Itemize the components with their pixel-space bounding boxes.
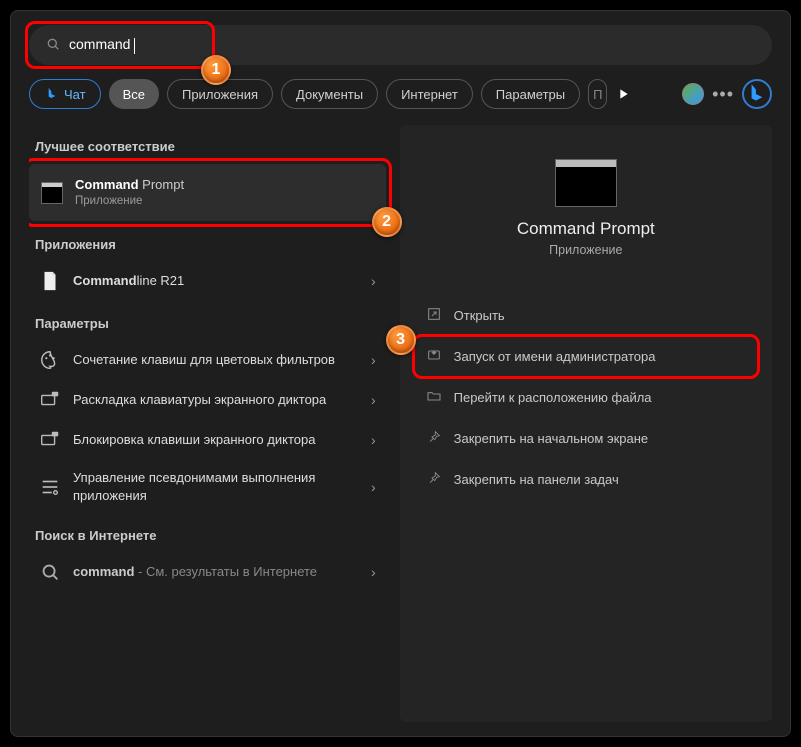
pin-icon [426,429,442,448]
action-label: Перейти к расположению файла [454,390,652,405]
result-web-command[interactable]: command - См. результаты в Интернете › [29,553,386,591]
tab-more-stub[interactable]: П [588,79,607,109]
action-open-location[interactable]: Перейти к расположению файла [416,379,756,416]
tab-web[interactable]: Интернет [386,79,473,109]
open-icon [426,306,442,325]
chevron-right-icon: › [371,352,376,368]
pin-icon [426,470,442,489]
action-pin-taskbar[interactable]: Закрепить на панели задач [416,461,756,498]
result-setting-narrator-keyboard[interactable]: Раскладка клавиатуры экранного диктора › [29,381,386,419]
scroll-right-icon[interactable] [615,86,631,102]
bing-icon [44,86,60,102]
section-settings: Параметры [29,302,386,339]
search-icon [39,561,61,583]
action-label: Закрепить на панели задач [454,472,619,487]
chevron-right-icon: › [371,273,376,289]
result-commandline[interactable]: Commandline R21 › [29,262,386,300]
annotation-badge-2: 2 [372,207,402,237]
result-setting-app-aliases[interactable]: Управление псевдонимами выполнения прило… [29,461,386,512]
result-label: Сочетание клавиш для цветовых фильтров [73,351,359,369]
tab-documents[interactable]: Документы [281,79,378,109]
result-label: Command Prompt Приложение [75,176,374,209]
result-label: Блокировка клавиши экранного диктора [73,431,359,449]
action-label: Запуск от имени администратора [454,349,656,364]
search-bar[interactable]: command [29,25,772,65]
more-menu-icon[interactable]: ••• [712,84,734,105]
result-command-prompt[interactable]: Command Prompt Приложение [29,164,386,221]
chevron-right-icon: › [371,479,376,495]
app-icon-large [555,159,617,207]
annotation-badge-1: 1 [201,55,231,85]
action-label: Закрепить на начальном экране [454,431,649,446]
detail-title: Command Prompt [416,219,756,239]
chevron-right-icon: › [371,432,376,448]
tab-all[interactable]: Все [109,79,159,109]
avatar[interactable] [682,83,704,105]
action-open[interactable]: Открыть [416,297,756,334]
screen-lock-icon [39,429,61,451]
shield-icon [426,347,442,366]
bing-chat-button[interactable] [742,79,772,109]
chevron-right-icon: › [371,392,376,408]
result-setting-narrator-lock[interactable]: Блокировка клавиши экранного диктора › [29,421,386,459]
result-label: command - См. результаты в Интернете [73,563,359,581]
palette-icon [39,349,61,371]
screen-keyboard-icon [39,389,61,411]
cmd-icon [41,182,63,204]
detail-pane: Command Prompt Приложение Открыть Запуск… [400,125,772,722]
tab-chat[interactable]: Чат [29,79,101,109]
annotation-badge-3: 3 [386,325,416,355]
folder-icon [426,388,442,407]
document-icon [39,270,61,292]
detail-subtitle: Приложение [416,243,756,257]
results-left-pane: Лучшее соответствие Command Prompt Прило… [29,125,386,722]
list-settings-icon [39,476,61,498]
section-web-search: Поиск в Интернете [29,514,386,551]
action-pin-start[interactable]: Закрепить на начальном экране [416,420,756,457]
filter-tabs: Чат Все Приложения Документы Интернет Па… [29,79,772,109]
start-search-window: command 1 Чат Все Приложения Документы И… [10,10,791,737]
search-icon [45,36,61,55]
chevron-right-icon: › [371,564,376,580]
tab-settings[interactable]: Параметры [481,79,580,109]
result-label: Commandline R21 [73,272,359,290]
action-label: Открыть [454,308,505,323]
result-label: Управление псевдонимами выполнения прило… [73,469,359,504]
action-run-as-admin[interactable]: Запуск от имени администратора [416,338,756,375]
section-apps: Приложения [29,223,386,260]
search-input[interactable]: command [69,36,135,53]
section-best-match: Лучшее соответствие [29,125,386,162]
result-setting-color-filters[interactable]: Сочетание клавиш для цветовых фильтров › [29,341,386,379]
result-label: Раскладка клавиатуры экранного диктора [73,391,359,409]
